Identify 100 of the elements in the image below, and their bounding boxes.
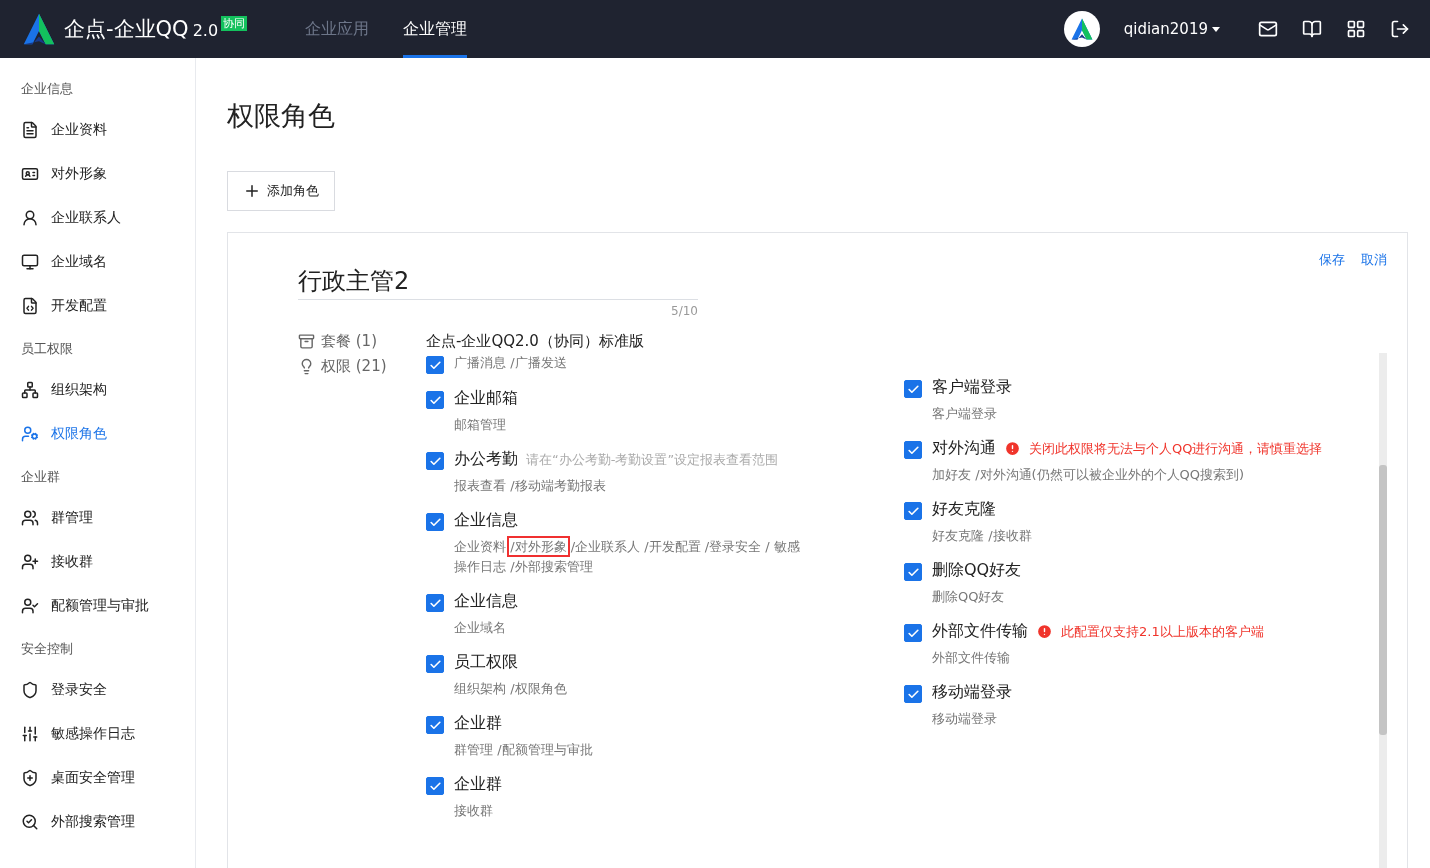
- check-icon: [906, 687, 920, 701]
- scrollbar[interactable]: [1379, 353, 1387, 868]
- page-title: 权限角色: [227, 99, 336, 133]
- id-card-icon: [21, 165, 39, 183]
- sidebar-item[interactable]: 接收群: [0, 540, 195, 584]
- sidebar-item[interactable]: 开发配置: [0, 284, 195, 328]
- add-role-button[interactable]: 添加角色: [227, 171, 335, 211]
- user-plus-icon: [21, 553, 39, 571]
- permission-title: 对外沟通: [932, 438, 996, 459]
- sidebar-item[interactable]: 企业联系人: [0, 196, 195, 240]
- caret-icon: [1212, 26, 1220, 32]
- checkbox[interactable]: [904, 502, 922, 520]
- checkbox[interactable]: [904, 380, 922, 398]
- char-counter: 5/10: [670, 304, 698, 318]
- permission-description: 客户端登录: [932, 405, 998, 423]
- permission-description: 邮箱管理: [454, 416, 507, 434]
- sidebar-heading: 员工权限: [20, 340, 74, 358]
- check-icon: [906, 382, 920, 396]
- sidebar-item[interactable]: 桌面安全管理: [0, 756, 195, 800]
- checkbox[interactable]: [904, 563, 922, 581]
- permission-title: 员工权限: [454, 652, 518, 673]
- warning-icon: [1036, 623, 1053, 640]
- check-icon: [428, 358, 442, 372]
- checkbox[interactable]: [904, 441, 922, 459]
- checkbox[interactable]: [426, 391, 444, 409]
- role-name-field[interactable]: 行政主管2: [298, 251, 698, 300]
- sidebar-item[interactable]: 群管理: [0, 496, 195, 540]
- book-icon[interactable]: [1302, 19, 1322, 39]
- package-value: 企点-企业QQ2.0（协同）标准版: [426, 332, 644, 351]
- person-icon: [21, 209, 39, 227]
- permission-title: 企业邮箱: [454, 388, 518, 409]
- permission-title: 企业信息: [454, 591, 518, 612]
- action-link[interactable]: 取消: [1361, 251, 1387, 269]
- permission-description: 好友克隆 /接收群: [932, 527, 1032, 545]
- mail-icon[interactable]: [1258, 19, 1278, 39]
- sidebar-heading: 企业信息: [20, 80, 74, 98]
- permission-description: 广播消息 /广播发送: [454, 354, 567, 372]
- user-menu[interactable]: qidian2019: [1123, 20, 1220, 38]
- sidebar-item[interactable]: 外部搜索管理: [0, 800, 195, 844]
- check-icon: [428, 718, 442, 732]
- sidebar-item[interactable]: 权限角色: [0, 412, 195, 456]
- search-icon: [21, 813, 39, 831]
- sidebar-heading: 企业群: [20, 468, 61, 486]
- check-icon: [906, 565, 920, 579]
- checkbox[interactable]: [426, 777, 444, 795]
- logout-icon[interactable]: [1390, 19, 1410, 39]
- document-icon: [21, 121, 39, 139]
- sidebar-item[interactable]: 企业域名: [0, 240, 195, 284]
- permission-title: 企业群: [454, 713, 502, 734]
- sidebar-item[interactable]: 组织架构: [0, 368, 195, 412]
- permission-description: 外部文件传输: [932, 649, 1011, 667]
- sidebar-item[interactable]: 敏感操作日志: [0, 712, 195, 756]
- checkbox[interactable]: [426, 356, 444, 374]
- avatar[interactable]: [1063, 11, 1100, 47]
- shield-icon: [21, 681, 39, 699]
- action-link[interactable]: 保存: [1319, 251, 1345, 269]
- check-icon: [906, 443, 920, 457]
- sidebar-item[interactable]: 登录安全: [0, 668, 195, 712]
- sidebar-item[interactable]: 配额管理与审批: [0, 584, 195, 628]
- nav-tab[interactable]: 企业管理: [403, 0, 468, 58]
- archive-icon: [298, 333, 315, 350]
- permission-description: 报表查看 /移动端考勤报表: [454, 477, 607, 495]
- permission-description: 企业资料 /对外形象 /企业联系人 /开发配置 /登录安全 / 敏感操作日志 /外部搜索管理: [454, 537, 804, 577]
- sidebar-item[interactable]: 企业资料: [0, 108, 195, 152]
- checkbox[interactable]: [426, 716, 444, 734]
- code-file-icon: [21, 297, 39, 315]
- check-icon: [906, 504, 920, 518]
- check-icon: [428, 454, 442, 468]
- checkbox[interactable]: [426, 513, 444, 531]
- org-chart-icon: [21, 381, 39, 399]
- check-icon: [906, 626, 920, 640]
- checkbox[interactable]: [426, 594, 444, 612]
- sliders-icon: [21, 725, 39, 743]
- permission-hint: 请在“办公考勤-考勤设置”设定报表查看范围: [526, 450, 779, 469]
- permission-title: 删除QQ好友: [932, 560, 1022, 581]
- checkbox[interactable]: [904, 624, 922, 642]
- brand-name: 企点-企业QQ 2.0: [64, 16, 219, 43]
- check-icon: [428, 657, 442, 671]
- sidebar-item[interactable]: 对外形象: [0, 152, 195, 196]
- permission-title: 外部文件传输: [932, 621, 1028, 642]
- check-icon: [428, 515, 442, 529]
- permission-description: 加好友 /对外沟通(仍然可以被企业外的个人QQ搜索到): [932, 466, 1246, 484]
- user-check-icon: [21, 597, 39, 615]
- sidebar-heading: 安全控制: [20, 640, 74, 658]
- package-label: 套餐 (1): [321, 332, 377, 351]
- users-icon: [21, 509, 39, 527]
- user-gear-icon: [21, 425, 39, 443]
- permission-description: 移动端登录: [932, 710, 998, 728]
- edition-badge: 协同: [221, 16, 248, 31]
- permission-label: 权限 (21): [321, 357, 387, 376]
- permission-description: 组织架构 /权限角色: [454, 680, 567, 698]
- grid-icon[interactable]: [1346, 19, 1366, 39]
- permission-description: 删除QQ好友: [932, 588, 1006, 606]
- checkbox[interactable]: [904, 685, 922, 703]
- warning-text: 关闭此权限将无法与个人QQ进行沟通，请慎重选择: [1029, 439, 1323, 458]
- checkbox[interactable]: [426, 452, 444, 470]
- permission-description: 群管理 /配额管理与审批: [454, 741, 593, 759]
- warning-icon: [1004, 440, 1021, 457]
- checkbox[interactable]: [426, 655, 444, 673]
- permission-description: 接收群: [454, 802, 494, 820]
